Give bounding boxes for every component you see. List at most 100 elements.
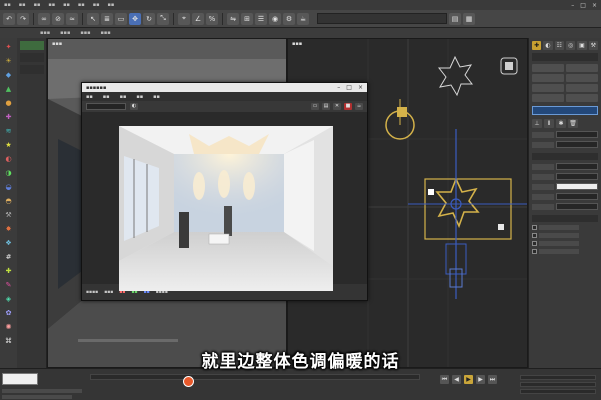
- option-checkbox[interactable]: [532, 241, 537, 246]
- menu-item-2[interactable]: ▪▪: [19, 2, 26, 8]
- motion-icon[interactable]: ◒: [3, 181, 14, 192]
- object-type-button[interactable]: [566, 64, 598, 72]
- select-icon[interactable]: ↖: [87, 12, 99, 25]
- fb-menu-item-5[interactable]: ▪▪: [153, 94, 160, 100]
- spacewarp-icon[interactable]: ≋: [3, 125, 14, 136]
- param-value[interactable]: [556, 163, 598, 170]
- goto-end-icon[interactable]: ⏭: [488, 375, 497, 384]
- nav-field[interactable]: [520, 382, 596, 387]
- render-setup-icon[interactable]: ⚙: [283, 12, 295, 25]
- param-value[interactable]: [556, 173, 598, 180]
- fb-menu-item-3[interactable]: ▪▪: [120, 94, 127, 100]
- sun-icon[interactable]: ☀: [3, 55, 14, 66]
- prev-frame-icon[interactable]: ◀: [452, 375, 461, 384]
- scene-explorer-item[interactable]: [19, 41, 44, 50]
- ribbon-tab-4[interactable]: ▪▪▪: [101, 30, 111, 36]
- save-icon[interactable]: ▤: [322, 103, 330, 110]
- display-icon[interactable]: ◓: [3, 195, 14, 206]
- unique-icon[interactable]: ✱: [556, 119, 566, 128]
- maximize-icon[interactable]: □: [580, 2, 586, 9]
- option-row[interactable]: [532, 241, 598, 246]
- fb-menu-item-2[interactable]: ▪▪: [103, 94, 110, 100]
- viewport-label[interactable]: ▪▪▪: [292, 41, 302, 47]
- particle-icon[interactable]: ✸: [3, 223, 14, 234]
- populate-icon[interactable]: ✿: [3, 307, 14, 318]
- stop-icon[interactable]: ■: [344, 103, 352, 110]
- layer-icon[interactable]: ☰: [255, 12, 267, 25]
- display-tab-icon[interactable]: ▣: [577, 41, 587, 50]
- params-section-header[interactable]: [532, 153, 598, 160]
- options-section-header[interactable]: [532, 215, 598, 222]
- light-color-swatch[interactable]: [556, 183, 598, 190]
- move-icon[interactable]: ✥: [129, 12, 141, 25]
- object-type-button[interactable]: [566, 84, 598, 92]
- menu-item-3[interactable]: ▪▪: [34, 2, 41, 8]
- system-icon[interactable]: ★: [3, 139, 14, 150]
- scene-explorer-item[interactable]: [19, 65, 44, 74]
- project-path-field[interactable]: [317, 13, 447, 24]
- light-icon[interactable]: ✦: [3, 41, 14, 52]
- folder-icon[interactable]: ▤: [449, 12, 461, 25]
- create-tab-icon[interactable]: ✚: [532, 41, 542, 50]
- option-row[interactable]: [532, 233, 598, 238]
- script-icon[interactable]: ⌘: [3, 335, 14, 346]
- unlink-icon[interactable]: ⊘: [52, 12, 64, 25]
- object-paint-icon[interactable]: ✺: [3, 321, 14, 332]
- menu-item-6[interactable]: ▪▪: [78, 2, 85, 8]
- option-checkbox[interactable]: [532, 233, 537, 238]
- play-icon[interactable]: ▶: [464, 375, 473, 384]
- utilities-icon[interactable]: ⚒: [3, 209, 14, 220]
- param-value[interactable]: [556, 141, 598, 148]
- option-checkbox[interactable]: [532, 249, 537, 254]
- object-type-button[interactable]: [532, 94, 564, 102]
- region-select-icon[interactable]: ▭: [115, 12, 127, 25]
- paint-icon[interactable]: ✎: [3, 279, 14, 290]
- menu-item-1[interactable]: ▪▪: [4, 2, 11, 8]
- helper-icon[interactable]: ✚: [3, 111, 14, 122]
- param-value[interactable]: [556, 193, 598, 200]
- close-icon[interactable]: ×: [358, 84, 363, 91]
- option-row[interactable]: [532, 249, 598, 254]
- scale-icon[interactable]: ⤡: [157, 12, 169, 25]
- workspace-icon[interactable]: ▦: [463, 12, 475, 25]
- fb-menu-item-1[interactable]: ▪▪: [86, 94, 93, 100]
- object-type-button[interactable]: [532, 64, 564, 72]
- ribbon-tab-2[interactable]: ▪▪▪: [60, 30, 70, 36]
- param-value[interactable]: [556, 131, 598, 138]
- region-render-icon[interactable]: ▭: [311, 103, 319, 110]
- utilities-tab-icon[interactable]: ⚒: [588, 41, 598, 50]
- angle-snap-icon[interactable]: ∠: [192, 12, 204, 25]
- dynamics-icon[interactable]: ❖: [3, 237, 14, 248]
- pin-stack-icon[interactable]: ⊥: [532, 119, 542, 128]
- menu-item-4[interactable]: ▪▪: [48, 2, 55, 8]
- object-type-button[interactable]: [532, 84, 564, 92]
- ribbon-tab-1[interactable]: ▪▪▪: [40, 30, 50, 36]
- menu-item-7[interactable]: ▪▪: [93, 2, 100, 8]
- object-type-button[interactable]: [566, 94, 598, 102]
- clone-icon[interactable]: ◐: [130, 103, 138, 110]
- maxscript-listener[interactable]: [2, 373, 38, 385]
- maximize-icon[interactable]: □: [346, 84, 352, 91]
- goto-start-icon[interactable]: ⏮: [440, 375, 449, 384]
- object-name-field[interactable]: [532, 106, 598, 115]
- shape-icon[interactable]: ●: [3, 97, 14, 108]
- option-row[interactable]: [532, 225, 598, 230]
- pin-icon[interactable]: ✚: [3, 265, 14, 276]
- motion-tab-icon[interactable]: ◎: [565, 41, 576, 50]
- align-icon[interactable]: ⊞: [241, 12, 253, 25]
- minimize-icon[interactable]: –: [571, 2, 574, 9]
- menu-item-5[interactable]: ▪▪: [63, 2, 70, 8]
- bind-icon[interactable]: ≈: [66, 12, 78, 25]
- viewport-label[interactable]: ▪▪▪: [52, 41, 62, 47]
- link-icon[interactable]: ∞: [38, 12, 50, 25]
- ribbon-tab-3[interactable]: ▪▪▪: [80, 30, 90, 36]
- object-type-button[interactable]: [532, 74, 564, 82]
- nav-field[interactable]: [520, 389, 596, 394]
- render-icon[interactable]: ☕: [355, 103, 363, 110]
- material-editor-icon[interactable]: ◉: [269, 12, 281, 25]
- time-slider[interactable]: [90, 374, 420, 380]
- clear-icon[interactable]: ✕: [333, 103, 341, 110]
- remove-modifier-icon[interactable]: 🗑: [568, 119, 578, 128]
- render-element-select[interactable]: [86, 103, 126, 110]
- render-icon[interactable]: ☕: [297, 12, 309, 25]
